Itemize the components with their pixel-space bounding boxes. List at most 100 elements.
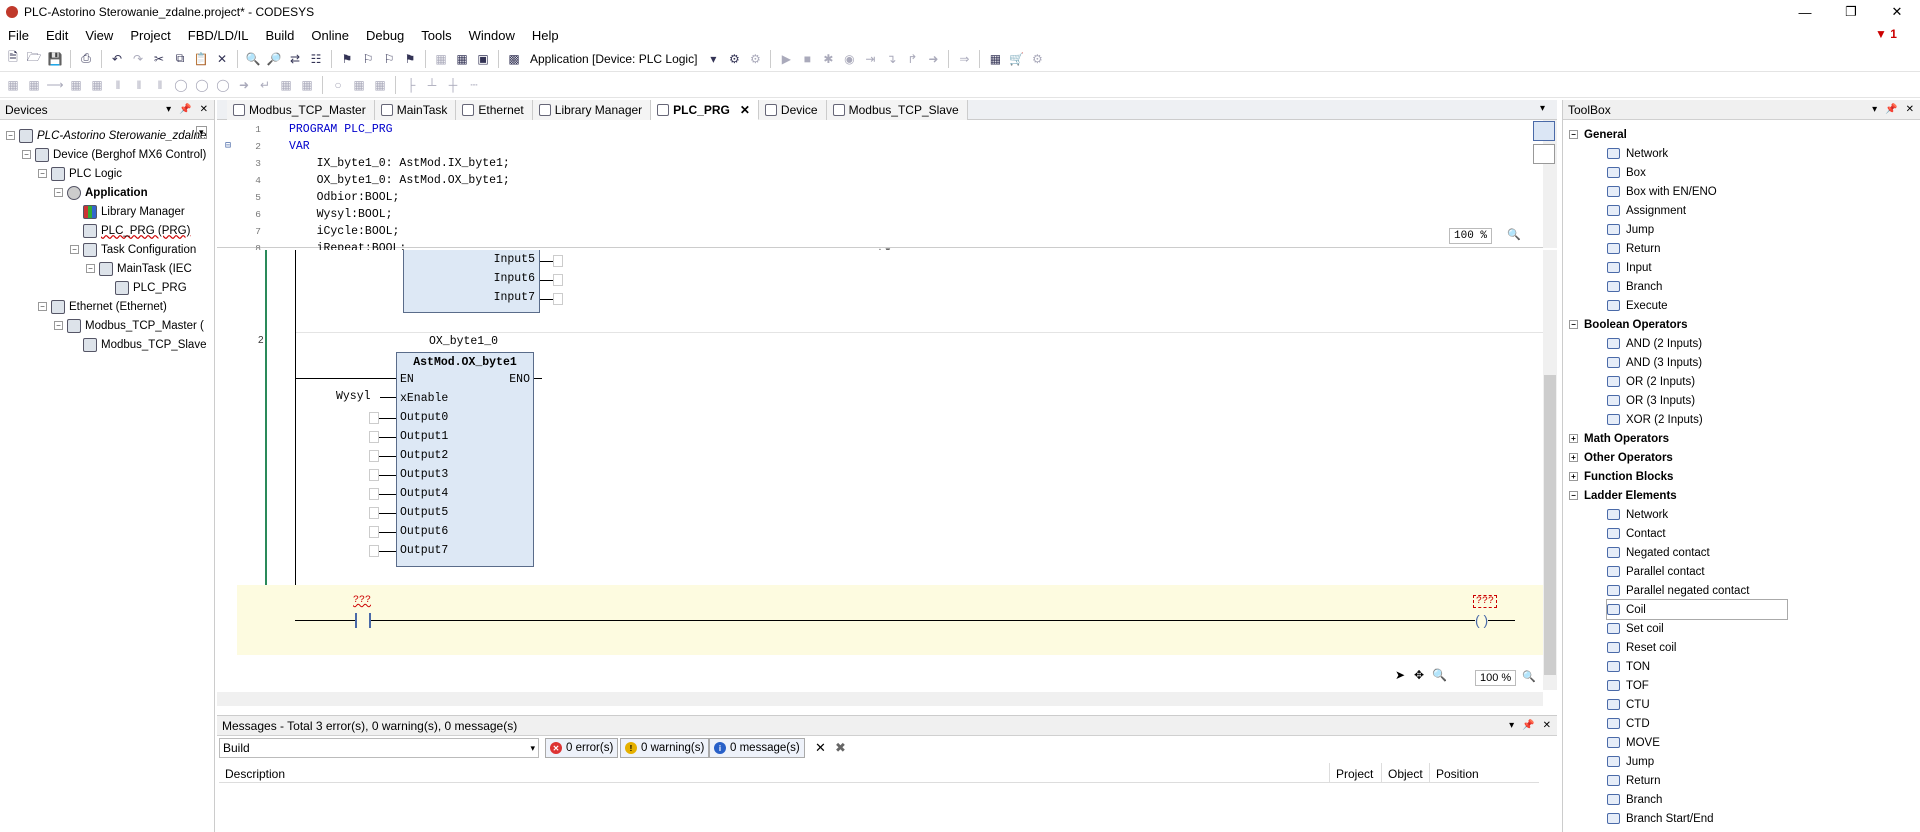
output-connector-3[interactable] xyxy=(369,469,379,481)
expander-icon[interactable]: − xyxy=(86,264,95,273)
fbd-horizontal-scrollbar[interactable] xyxy=(217,692,1543,706)
tree-item-task-configuration[interactable]: − Task Configuration xyxy=(70,240,196,259)
replace-icon[interactable]: ⇄ xyxy=(286,50,304,68)
toolbox-item-network[interactable]: Network xyxy=(1607,505,1668,524)
tree-item-plc-logic[interactable]: − PLC Logic xyxy=(38,164,122,183)
toolbox-category-ladder-elements[interactable]: − Ladder Elements xyxy=(1569,486,1677,505)
find-next-icon[interactable]: 🔎 xyxy=(265,50,283,68)
insert-jump-icon[interactable]: ➜ xyxy=(235,76,253,94)
minimize-button[interactable]: — xyxy=(1782,0,1828,24)
tab-ethernet[interactable]: Ethernet xyxy=(456,100,533,120)
toolbox-item-branch[interactable]: Branch xyxy=(1607,277,1662,296)
tree-item-maintask-iec[interactable]: − MainTask (IEC xyxy=(86,259,192,278)
tabular-view-icon[interactable] xyxy=(1533,144,1555,164)
menu-debug[interactable]: Debug xyxy=(366,28,404,43)
toolbox-item-branch[interactable]: Branch xyxy=(1607,790,1662,809)
toolbox-item-box[interactable]: Box xyxy=(1607,163,1646,182)
toolbox-item-contact[interactable]: Contact xyxy=(1607,524,1666,543)
close-tab-icon[interactable]: ✕ xyxy=(740,103,750,117)
collapse-icon[interactable]: − xyxy=(1569,320,1578,329)
clear-messages-icon[interactable]: ✕ xyxy=(815,740,826,756)
fbd-scroll-thumb[interactable] xyxy=(1544,375,1556,675)
clear-all-messages-icon[interactable]: ✖ xyxy=(835,740,846,756)
xenable-variable[interactable]: Wysyl xyxy=(336,390,371,403)
show-current-statement-icon[interactable]: ⇒ xyxy=(955,50,973,68)
declaration-editor[interactable]: 1 PROGRAM PLC_PRG 2 VAR 3 IX_byte1_0: AstMod… xyxy=(217,120,1557,254)
close-button[interactable]: ✕ xyxy=(1874,0,1920,24)
toolbox-item-box-with-en-eno[interactable]: Box with EN/ENO xyxy=(1607,182,1717,201)
toolbox-item-and-3-inputs[interactable]: AND (3 Inputs) xyxy=(1607,353,1702,372)
tab-plc-prg[interactable]: PLC_PRG ✕ xyxy=(651,100,759,120)
menu-project[interactable]: Project xyxy=(130,28,170,43)
login-icon[interactable]: ⚙ xyxy=(725,50,743,68)
expander-icon[interactable]: − xyxy=(38,302,47,311)
step-out-icon[interactable]: ↱ xyxy=(903,50,921,68)
open-project-icon[interactable]: 🗁 xyxy=(25,50,43,68)
toolbox-item-tof[interactable]: TOF xyxy=(1607,676,1649,695)
branch-start-icon[interactable]: ┴ xyxy=(423,76,441,94)
print-icon[interactable]: ⎙ xyxy=(77,50,95,68)
toolbox-category-math-operators[interactable]: + Math Operators xyxy=(1569,429,1669,448)
tab-device[interactable]: Device xyxy=(758,100,827,120)
expander-icon[interactable]: − xyxy=(54,188,63,197)
col-description[interactable]: Description xyxy=(225,767,285,781)
rebuild-icon[interactable]: ▦ xyxy=(453,50,471,68)
declaration-zoom[interactable]: 100 % xyxy=(1449,228,1493,244)
tree-item-modbus-tcp-slave[interactable]: Modbus_TCP_Slave xyxy=(70,335,206,354)
toolbox-category-other-operators[interactable]: + Other Operators xyxy=(1569,448,1673,467)
toolbox-category-function-blocks[interactable]: + Function Blocks xyxy=(1569,467,1673,486)
warnings-filter-button[interactable]: ! 0 warning(s) xyxy=(620,738,710,758)
col-project[interactable]: Project xyxy=(1329,763,1373,783)
insert-assignment-icon[interactable]: ⟶ xyxy=(46,76,64,94)
clean-icon[interactable]: ▣ xyxy=(474,50,492,68)
undo-icon[interactable]: ↶ xyxy=(108,50,126,68)
code-line[interactable]: iCycle:BOOL; xyxy=(289,225,400,238)
insert-parallel-contact-icon[interactable]: ‖ xyxy=(151,76,169,94)
insert-box-enno-icon[interactable]: ▦ xyxy=(88,76,106,94)
ladder-editor[interactable]: Input5 Input6 Input7 2 OX_byte1_0 AstMod… xyxy=(217,250,1547,690)
toolbox-item-return[interactable]: Return xyxy=(1607,239,1661,258)
expander-icon[interactable]: − xyxy=(54,321,63,330)
code-line[interactable]: PROGRAM PLC_PRG xyxy=(289,123,393,136)
toolbox-item-jump[interactable]: Jump xyxy=(1607,220,1654,239)
contact-variable[interactable]: ??? xyxy=(353,595,371,606)
breakpoint-icon[interactable]: ◉ xyxy=(840,50,858,68)
insert-contact-icon[interactable]: ‖ xyxy=(109,76,127,94)
toolbox-category-boolean-operators[interactable]: − Boolean Operators xyxy=(1569,315,1688,334)
fb-ix-byte1-partial[interactable]: Input5 Input6 Input7 xyxy=(403,250,540,313)
insert-negated-contact-icon[interactable]: ‖ xyxy=(130,76,148,94)
toolbox-item-or-2-inputs[interactable]: OR (2 Inputs) xyxy=(1607,372,1695,391)
code-line[interactable]: VAR xyxy=(289,140,310,153)
tree-item-library-manager[interactable]: Library Manager xyxy=(70,202,185,221)
tab-maintask[interactable]: MainTask xyxy=(374,100,457,120)
input6-connector[interactable] xyxy=(553,274,563,286)
prev-bookmark-icon[interactable]: ⚐ xyxy=(380,50,398,68)
tab-modbus-tcp-slave[interactable]: Modbus_TCP_Slave xyxy=(826,100,968,120)
code-line[interactable]: iRepeat:BOOL; xyxy=(289,242,407,250)
toolbox-pin-icon[interactable]: 📌 xyxy=(1885,104,1897,115)
insert-box-icon[interactable]: ▦ xyxy=(67,76,85,94)
toolbox-dropdown-icon[interactable]: ▾ xyxy=(1872,104,1877,115)
new-project-icon[interactable]: 🗎 xyxy=(4,50,22,68)
negate-icon[interactable]: ○ xyxy=(329,76,347,94)
expander-icon[interactable]: − xyxy=(38,169,47,178)
tree-item-application[interactable]: − Application xyxy=(54,183,148,202)
expander-icon[interactable]: − xyxy=(22,150,31,159)
collapse-icon[interactable]: − xyxy=(1569,491,1578,500)
insert-network-below-icon[interactable]: ▦ xyxy=(25,76,43,94)
message-category-select[interactable]: Build ▾ xyxy=(219,738,539,758)
menu-tools[interactable]: Tools xyxy=(421,28,451,43)
logout-icon[interactable]: ⚙ xyxy=(746,50,764,68)
textual-view-icon[interactable] xyxy=(1533,121,1555,141)
find-in-project-icon[interactable]: ☷ xyxy=(307,50,325,68)
toolbox-category-general[interactable]: − General xyxy=(1569,125,1627,144)
step-into-icon[interactable]: ↴ xyxy=(882,50,900,68)
output-connector-7[interactable] xyxy=(369,545,379,557)
force-values-icon[interactable]: 🛒 xyxy=(1007,50,1025,68)
toolbox-item-reset-coil[interactable]: Reset coil xyxy=(1607,638,1677,657)
start-icon[interactable]: ▶ xyxy=(777,50,795,68)
toolbox-item-ctd[interactable]: CTD xyxy=(1607,714,1650,733)
maximize-button[interactable]: ❐ xyxy=(1828,0,1874,24)
network-3-rung[interactable]: ??? ??? ( ) xyxy=(237,585,1547,655)
code-line[interactable]: OX_byte1_0: AstMod.OX_byte1; xyxy=(289,174,510,187)
